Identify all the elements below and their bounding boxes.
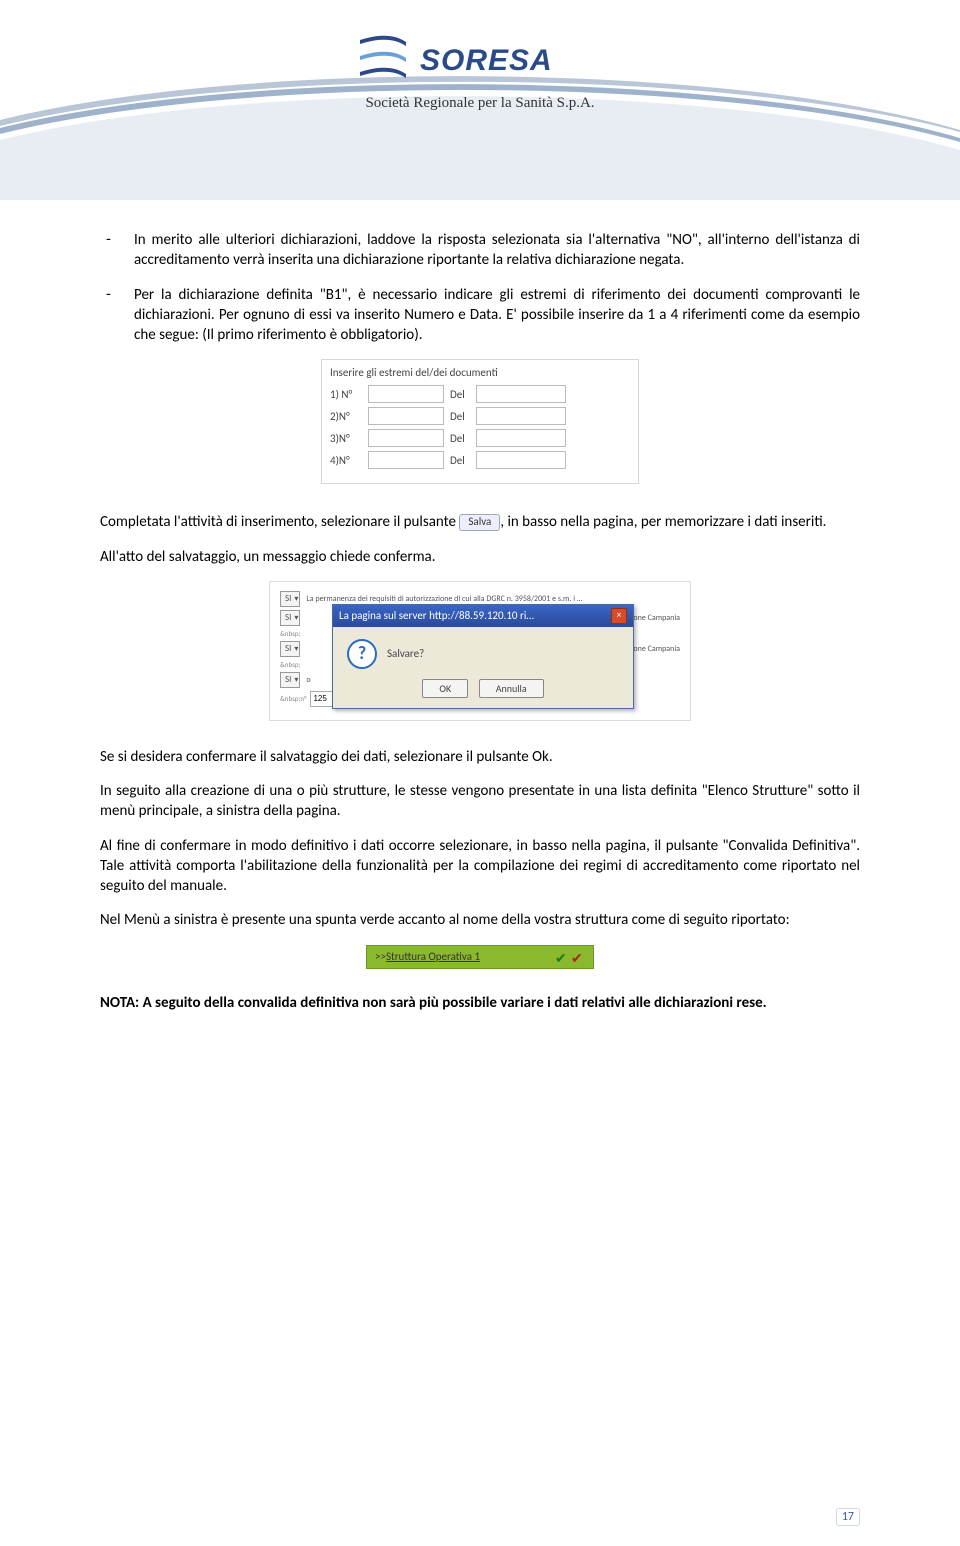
page-number: 17 — [836, 1508, 860, 1526]
bullet-text: In merito alle ulteriori dichiarazioni, … — [134, 230, 860, 271]
bullet-item: - In merito alle ulteriori dichiarazioni… — [100, 230, 860, 271]
paragraph: Se si desidera confermare il salvataggio… — [100, 747, 860, 767]
paragraph-note: NOTA: A seguito della convalida definiti… — [100, 993, 860, 1013]
document-extremes-form: Inserire gli estremi del/dei documenti 1… — [321, 359, 639, 484]
paragraph: In seguito alla creazione di una o più s… — [100, 781, 860, 822]
paragraph: Completata l'attività di inserimento, se… — [100, 512, 860, 532]
form-caption: Inserire gli estremi del/dei documenti — [330, 366, 630, 379]
number-input[interactable] — [368, 407, 444, 425]
brand-tagline: Società Regionale per la Sanità S.p.A. — [350, 95, 610, 112]
form-row: 1) N° Del — [330, 385, 630, 403]
cancel-button[interactable]: Annulla — [479, 679, 544, 698]
bullet-text: Per la dichiarazione definita "B1", è ne… — [134, 285, 860, 346]
salva-button[interactable]: Salva — [459, 514, 500, 531]
date-input[interactable] — [476, 429, 566, 447]
form-row: 2)N° Del — [330, 407, 630, 425]
text-run: Completata l'attività di inserimento, se… — [100, 513, 459, 531]
row-label: 3)N° — [330, 432, 368, 445]
form-row: 4)N° Del — [330, 451, 630, 469]
date-input[interactable] — [476, 407, 566, 425]
text-run: , in basso nella pagina, per memorizzare… — [500, 513, 826, 531]
select-dropdown[interactable]: SI — [280, 672, 300, 688]
check-red-icon: ✔ — [571, 950, 585, 964]
row-label: 1) N° — [330, 388, 368, 401]
menu-item-label: Struttura Operativa 1 — [386, 950, 549, 963]
brand-logo: SORESA — [350, 28, 610, 88]
select-dropdown[interactable]: SI — [280, 591, 300, 607]
brand-text: SORESA — [420, 44, 553, 77]
menu-prefix: >> — [375, 950, 386, 963]
dash-icon: - — [100, 285, 134, 346]
note-label: NOTA: — [100, 994, 139, 1012]
close-icon[interactable]: × — [611, 608, 627, 624]
paragraph: Al fine di confermare in modo definitivo… — [100, 836, 860, 897]
check-green-icon: ✔ — [555, 950, 569, 964]
note-text: A seguito della convalida definitiva non… — [139, 994, 767, 1012]
form-row: 3)N° Del — [330, 429, 630, 447]
del-label: Del — [450, 388, 476, 401]
question-icon: ? — [347, 639, 377, 669]
row-label: 4)N° — [330, 454, 368, 467]
date-input[interactable] — [476, 385, 566, 403]
del-label: Del — [450, 454, 476, 467]
dialog-message: Salvare? — [387, 647, 424, 660]
paragraph: Nel Menù a sinistra è presente una spunt… — [100, 910, 860, 930]
del-label: Del — [450, 432, 476, 445]
paragraph: All'atto del salvataggio, un messaggio c… — [100, 547, 860, 567]
select-dropdown[interactable]: SI — [280, 641, 300, 657]
bullet-item: - Per la dichiarazione definita "B1", è … — [100, 285, 860, 346]
number-input[interactable] — [368, 451, 444, 469]
date-input[interactable] — [476, 451, 566, 469]
del-label: Del — [450, 410, 476, 423]
bg-text: La permanenza dei requisiti di autorizza… — [306, 594, 680, 604]
number-input[interactable] — [368, 429, 444, 447]
sidebar-item-structure[interactable]: >>Struttura Operativa 1 ✔ ✔ — [366, 945, 594, 969]
row-label: 2)N° — [330, 410, 368, 423]
number-input[interactable] — [368, 385, 444, 403]
select-dropdown[interactable]: SI — [280, 610, 300, 626]
dialog-title: La pagina sul server http://88.59.120.10… — [339, 609, 534, 622]
confirm-dialog-figure: SI La permanenza dei requisiti di autori… — [269, 581, 691, 721]
page-header: SORESA Società Regionale per la Sanità S… — [0, 0, 960, 200]
dash-icon: - — [100, 230, 134, 271]
confirm-dialog: La pagina sul server http://88.59.120.10… — [332, 604, 634, 709]
ok-button[interactable]: OK — [422, 679, 468, 698]
